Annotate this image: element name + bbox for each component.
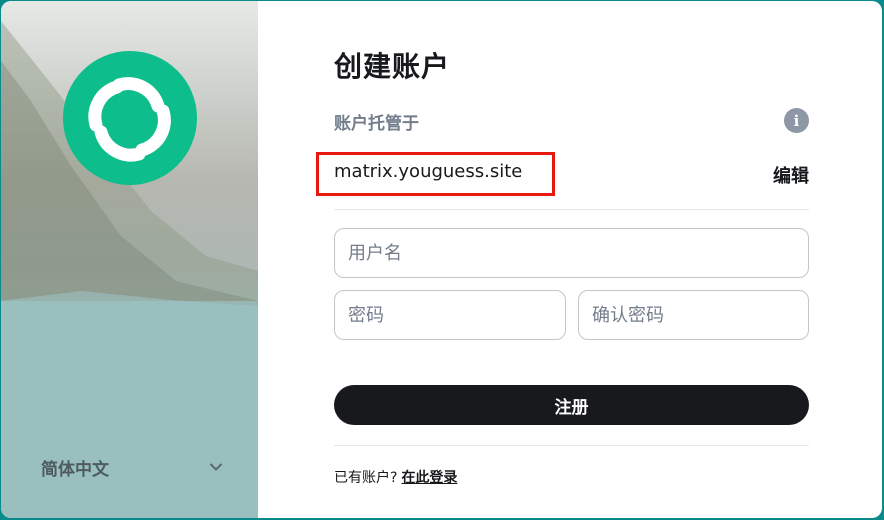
chevron-down-icon [210, 463, 222, 471]
sign-in-prompt: 已有账户? 在此登录 [334, 467, 457, 487]
auth-window: 简体中文 创建账户 账户托管于 i matrix.youguess.site 编… [1, 1, 882, 518]
confirm-password-input[interactable] [578, 290, 809, 340]
divider [334, 209, 809, 210]
have-account-text: 已有账户? [334, 470, 398, 486]
side-panel: 简体中文 [1, 1, 258, 518]
info-icon[interactable]: i [784, 108, 809, 133]
sign-in-link[interactable]: 在此登录 [401, 470, 457, 486]
language-label: 简体中文 [41, 459, 109, 480]
page-title: 创建账户 [334, 50, 451, 83]
register-form: 创建账户 账户托管于 i matrix.youguess.site 编辑 注册 … [316, 1, 809, 518]
language-selector[interactable]: 简体中文 [41, 453, 223, 481]
register-button[interactable]: 注册 [334, 385, 809, 425]
password-input[interactable] [334, 290, 566, 340]
element-logo-icon [88, 77, 171, 162]
edit-server-button[interactable]: 编辑 [773, 162, 809, 188]
server-name: matrix.youguess.site [334, 161, 523, 182]
hosted-on-label: 账户托管于 [334, 114, 419, 134]
element-logo [63, 51, 197, 185]
username-input[interactable] [334, 228, 809, 278]
divider [334, 445, 809, 446]
